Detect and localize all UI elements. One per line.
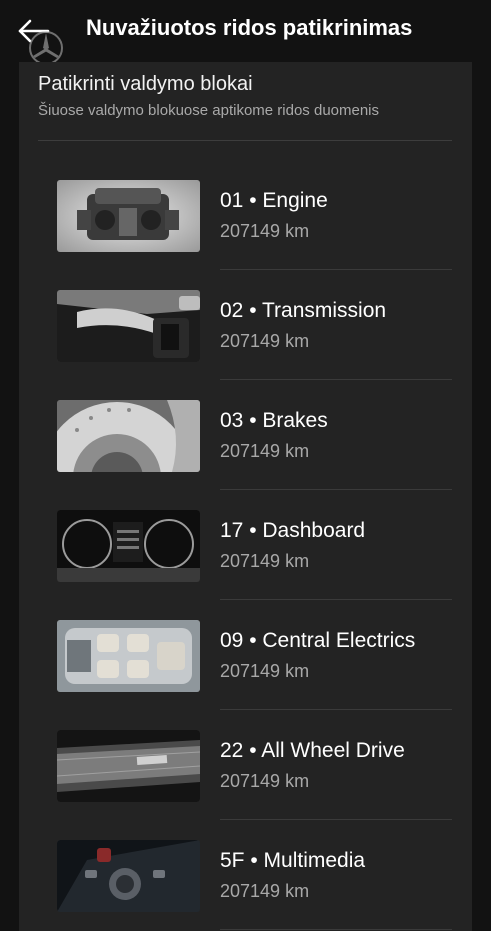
- module-name: 03 • Brakes: [220, 409, 328, 432]
- app-bar: Nuvažiuotos ridos patikrinimas: [0, 0, 491, 65]
- section-title: Patikrinti valdymo blokai: [38, 73, 253, 95]
- module-name: 5F • Multimedia: [220, 849, 366, 872]
- dashboard-thumbnail: [57, 510, 200, 582]
- brakes-thumbnail: [57, 400, 200, 472]
- checked-modules-card: Patikrinti valdymo blokai Šiuose valdymo…: [19, 62, 472, 931]
- module-name: 22 • All Wheel Drive: [220, 739, 405, 762]
- module-row-transmission[interactable]: 02 • Transmission 207149 km: [19, 282, 472, 392]
- multimedia-thumbnail: [57, 840, 200, 912]
- all-wheel-drive-thumbnail: [57, 730, 200, 802]
- module-name: 17 • Dashboard: [220, 519, 366, 542]
- row-divider: [220, 709, 452, 710]
- central-electrics-thumbnail: [57, 620, 200, 692]
- brand-logo-icon: [29, 31, 63, 65]
- transmission-thumbnail: [57, 290, 200, 362]
- page-title: Nuvažiuotos ridos patikrinimas: [86, 15, 413, 40]
- module-row-engine[interactable]: 01 • Engine 207149 km: [19, 172, 472, 282]
- module-mileage: 207149 km: [220, 441, 310, 461]
- module-row-multimedia[interactable]: 5F • Multimedia 207149 km: [19, 832, 472, 931]
- row-divider: [220, 379, 452, 380]
- module-mileage: 207149 km: [220, 881, 310, 901]
- module-mileage: 207149 km: [220, 221, 310, 241]
- module-name: 01 • Engine: [220, 189, 328, 212]
- row-divider: [220, 489, 452, 490]
- module-mileage: 207149 km: [220, 551, 310, 571]
- row-divider: [220, 819, 452, 820]
- section-divider: [38, 140, 452, 141]
- engine-thumbnail: [57, 180, 200, 252]
- module-row-central-electrics[interactable]: 09 • Central Electrics 207149 km: [19, 612, 472, 722]
- row-divider: [220, 599, 452, 600]
- row-divider: [220, 269, 452, 270]
- section-subtitle: Šiuose valdymo blokuose aptikome ridos d…: [38, 102, 380, 119]
- module-row-brakes[interactable]: 03 • Brakes 207149 km: [19, 392, 472, 502]
- module-mileage: 207149 km: [220, 331, 310, 351]
- module-name: 02 • Transmission: [220, 299, 387, 322]
- module-row-all-wheel-drive[interactable]: 22 • All Wheel Drive 207149 km: [19, 722, 472, 832]
- module-mileage: 207149 km: [220, 771, 310, 791]
- row-divider: [220, 929, 452, 930]
- module-name: 09 • Central Electrics: [220, 629, 416, 652]
- module-row-dashboard[interactable]: 17 • Dashboard 207149 km: [19, 502, 472, 612]
- module-mileage: 207149 km: [220, 661, 310, 681]
